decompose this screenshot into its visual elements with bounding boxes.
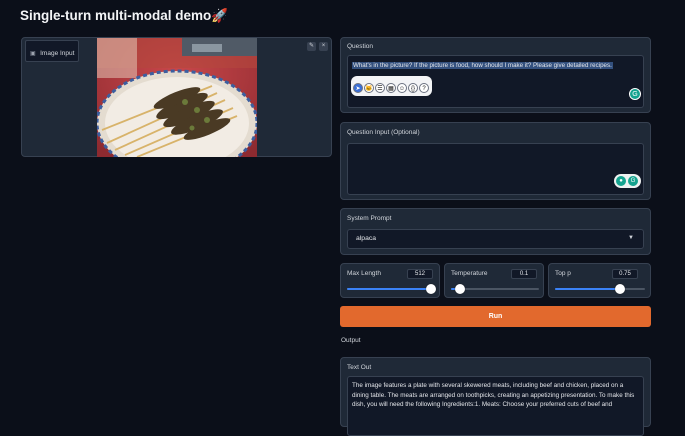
system-prompt-label: System Prompt [347, 215, 392, 222]
run-button[interactable]: Run [340, 306, 651, 327]
max-length-number[interactable]: 512 [407, 269, 433, 279]
question-input-widgets: ● G [614, 174, 641, 188]
top-p-panel: Top p 0.75 [548, 263, 651, 298]
system-prompt-value: alpaca [356, 235, 377, 242]
image-input-label: Image Input [40, 50, 75, 57]
page-title: Single-turn multi-modal demo🚀 [20, 8, 229, 23]
smile-icon[interactable]: ☺ [397, 83, 407, 93]
top-p-thumb[interactable] [614, 284, 625, 294]
text-out-box[interactable]: The image features a plate with several … [347, 376, 644, 436]
cat-icon[interactable]: 🐱 [364, 83, 374, 93]
max-length-panel: Max Length 512 [340, 263, 440, 298]
system-prompt-dropdown[interactable]: alpaca ▼ [347, 229, 644, 249]
list-icon[interactable]: ☰ [375, 83, 385, 93]
help-icon[interactable]: ? [419, 83, 429, 93]
top-p-track[interactable] [555, 288, 645, 290]
grid-icon[interactable]: ▦ [386, 83, 396, 93]
question-label: Question [347, 43, 374, 50]
grammarly-icon[interactable]: G [628, 176, 638, 186]
system-prompt-panel: System Prompt alpaca ▼ [340, 208, 651, 255]
max-length-track[interactable] [347, 288, 435, 290]
text-out-panel: Text Out The image features a plate with… [340, 357, 651, 436]
max-length-fill [347, 288, 432, 290]
temperature-thumb[interactable] [454, 284, 465, 294]
temperature-label: Temperature [451, 270, 488, 277]
max-length-thumb[interactable] [426, 284, 437, 294]
question-panel: Question What's in the picture? If the p… [340, 37, 651, 113]
output-section-label: Output [341, 337, 361, 344]
pencil-icon[interactable]: ✎ [307, 42, 316, 51]
max-length-label: Max Length [347, 270, 381, 277]
top-p-label: Top p [555, 270, 571, 277]
close-icon[interactable]: × [319, 42, 328, 51]
image-icon: ▣ [30, 51, 36, 57]
question-text: What's in the picture? If the picture is… [352, 62, 613, 69]
braces-icon[interactable]: {} [408, 83, 418, 93]
chevron-down-icon: ▼ [628, 235, 634, 241]
temperature-number[interactable]: 0.1 [511, 269, 537, 279]
top-p-fill [555, 288, 620, 290]
top-p-number[interactable]: 0.75 [612, 269, 638, 279]
temperature-panel: Temperature 0.1 [444, 263, 544, 298]
image-input-panel[interactable]: ▣ Image Input ✎ × [21, 37, 332, 157]
text-out-label: Text Out [347, 364, 372, 371]
question-input-panel: Question Input (Optional) ● G [340, 122, 651, 200]
location-pin-icon[interactable]: ● [616, 176, 626, 186]
uploaded-food-image [97, 38, 257, 157]
cursor-icon[interactable]: ➤ [353, 83, 363, 93]
question-input-label: Question Input (Optional) [347, 129, 420, 136]
text-out-content: The image features a plate with several … [352, 382, 635, 408]
question-textarea[interactable]: What's in the picture? If the picture is… [347, 55, 644, 108]
question-toolbar: ➤ 🐱 ☰ ▦ ☺{}? [351, 76, 432, 96]
grammarly-icon[interactable]: G [629, 88, 641, 100]
question-input-textarea[interactable]: ● G [347, 143, 644, 195]
image-input-badge: ▣ Image Input [25, 40, 80, 62]
